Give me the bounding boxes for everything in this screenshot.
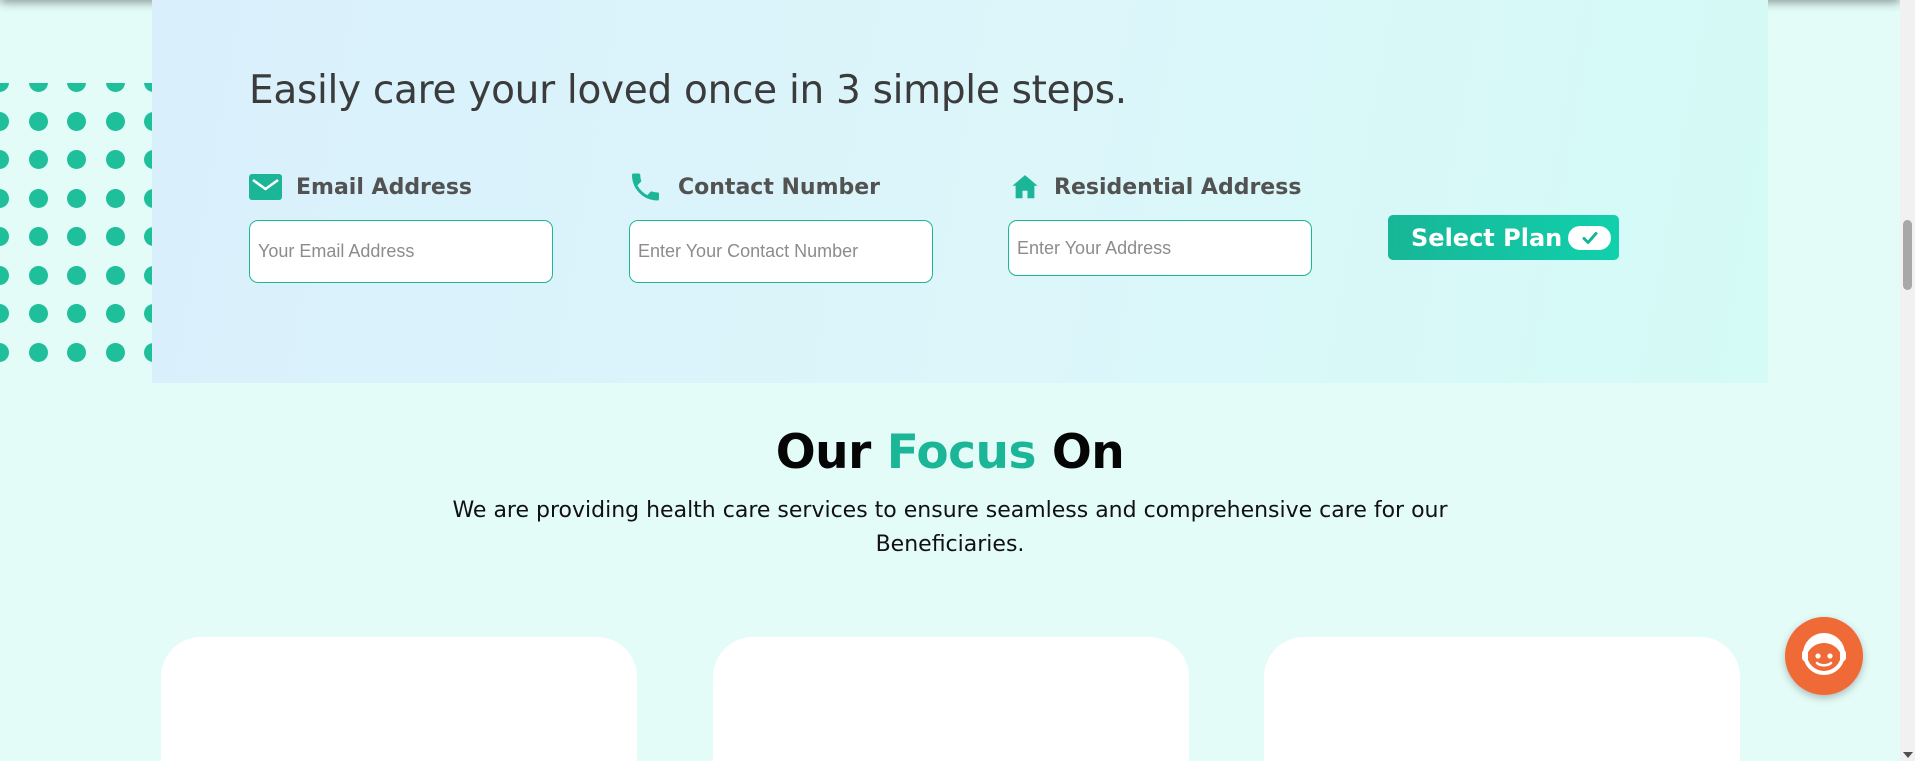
check-icon (1568, 225, 1612, 250)
decorative-dot (0, 304, 9, 323)
decorative-dot (28, 83, 48, 92)
envelope-icon (249, 174, 282, 200)
decorative-dot (105, 342, 125, 362)
page-scrollbar[interactable] (1900, 0, 1915, 761)
address-label: Residential Address (1010, 170, 1301, 204)
select-plan-label: Select Plan (1411, 223, 1563, 252)
decorative-dot (67, 304, 86, 323)
decorative-dot (105, 265, 125, 285)
decorative-dot (0, 342, 9, 362)
focus-card (1264, 637, 1740, 761)
decorative-dot (144, 304, 152, 323)
decorative-dot (105, 188, 125, 208)
decorative-dot (0, 150, 9, 169)
focus-title-part1: Our (775, 425, 887, 480)
email-label: Email Address (249, 170, 472, 204)
decorative-dot (144, 265, 152, 285)
decorative-dot (28, 227, 48, 246)
decorative-dot (28, 150, 48, 169)
decorative-dot (144, 342, 152, 362)
support-agent-icon (1797, 627, 1851, 686)
dotted-decoration (0, 83, 152, 373)
decorative-dot (144, 83, 152, 92)
contact-label-text: Contact Number (678, 174, 881, 200)
decorative-dot (0, 227, 9, 246)
focus-title: Our Focus On (0, 425, 1900, 480)
decorative-dot (67, 227, 86, 246)
focus-title-accent: Focus (886, 425, 1037, 480)
decorative-dot (67, 111, 86, 131)
email-label-text: Email Address (296, 174, 473, 200)
phone-icon (627, 169, 664, 205)
contact-input[interactable] (629, 220, 933, 283)
page: Easily care your loved once in 3 simple … (0, 0, 1900, 761)
decorative-dot (105, 83, 125, 92)
decorative-dot (67, 188, 86, 208)
decorative-dot (28, 188, 48, 208)
decorative-dot (105, 227, 125, 246)
decorative-dot (28, 342, 48, 362)
decorative-dot (0, 83, 9, 92)
decorative-dot (144, 150, 152, 169)
decorative-dot (0, 265, 9, 285)
steps-title: Easily care your loved once in 3 simple … (249, 68, 1127, 113)
email-input[interactable] (249, 220, 553, 283)
focus-card (713, 637, 1189, 761)
decorative-dot (144, 227, 152, 246)
home-icon (1010, 172, 1040, 202)
decorative-dot (67, 150, 86, 169)
decorative-dot (67, 265, 86, 285)
decorative-dot (67, 83, 86, 92)
decorative-dot (67, 342, 86, 362)
decorative-dot (144, 111, 152, 131)
decorative-dot (144, 188, 152, 208)
select-plan-button[interactable]: Select Plan (1388, 215, 1619, 260)
scroll-down-arrow-icon[interactable] (1903, 752, 1913, 758)
decorative-dot (0, 111, 9, 131)
decorative-dot (28, 265, 48, 285)
focus-description: We are providing health care services to… (452, 498, 1448, 557)
decorative-dot (105, 111, 125, 131)
chat-support-button[interactable] (1785, 617, 1863, 695)
decorative-dot (0, 188, 9, 208)
decorative-dot (28, 304, 48, 323)
scrollbar-thumb[interactable] (1903, 220, 1912, 290)
decorative-dot (105, 150, 125, 169)
focus-card (161, 637, 637, 761)
focus-title-part2: On (1035, 425, 1125, 480)
decorative-dot (105, 304, 125, 323)
decorative-dot (28, 111, 48, 131)
contact-label: Contact Number (627, 170, 880, 204)
address-label-text: Residential Address (1054, 174, 1302, 200)
address-input[interactable] (1008, 220, 1312, 276)
